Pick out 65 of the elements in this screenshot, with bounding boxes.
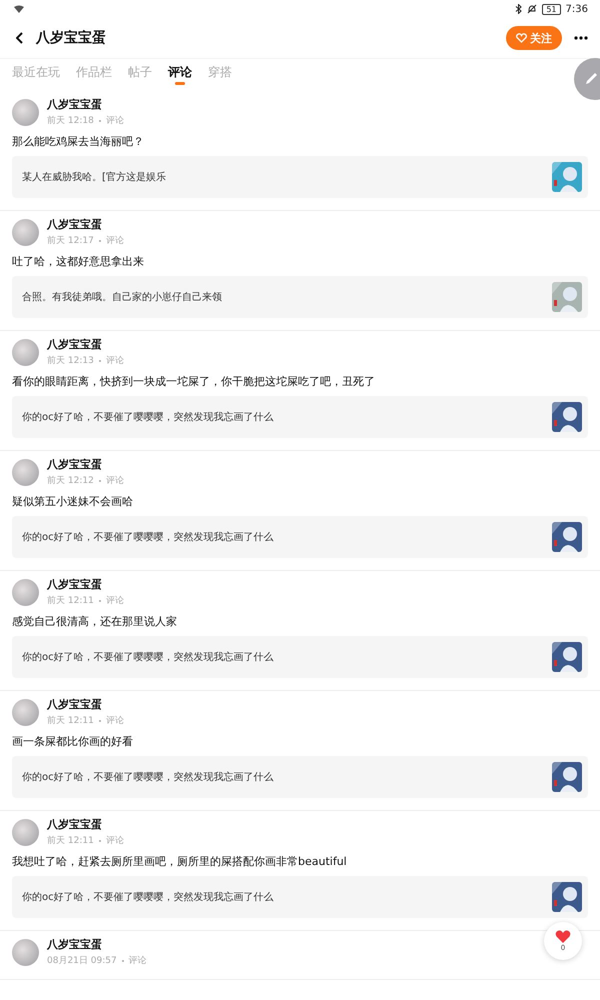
author-name: 八岁宝宝蛋 [47, 697, 103, 712]
avatar[interactable] [12, 98, 39, 126]
quoted-post[interactable]: 你的oc好了哈，不要催了嘤嘤嘤，突然发现我忘画了什么 [12, 396, 588, 438]
back-icon[interactable] [16, 32, 24, 44]
author-name: 八岁宝宝蛋 [47, 577, 103, 592]
author-name: 八岁宝宝蛋 [47, 817, 103, 832]
comment-type: 评论 [106, 594, 124, 607]
comment-text: 吐了哈，这都好意思拿出来 [12, 254, 145, 269]
quoted-text: 你的oc好了哈，不要催了嘤嘤嘤，突然发现我忘画了什么 [22, 890, 274, 904]
avatar[interactable] [12, 338, 39, 366]
comment-type: 评论 [106, 234, 124, 247]
quoted-post[interactable]: 某人在威胁我哈。[官方这是娱乐 [12, 156, 588, 198]
comment-time: 前天 12:18 [47, 114, 94, 127]
bluetooth-icon [515, 4, 522, 14]
comment-type: 评论 [106, 354, 124, 367]
comment-text: 看你的眼睛距离，快挤到一块成一坨屎了，你干脆把这坨屎吃了吧，丑死了 [12, 374, 376, 389]
quoted-text: 你的oc好了哈，不要催了嘤嘤嘤，突然发现我忘画了什么 [22, 770, 274, 784]
wifi-icon [14, 5, 24, 13]
comment-type: 评论 [128, 954, 147, 967]
quoted-post[interactable]: 你的oc好了哈，不要催了嘤嘤嘤，突然发现我忘画了什么 [12, 876, 588, 918]
page-title: 八岁宝宝蛋 [36, 29, 107, 47]
comment-type: 评论 [106, 474, 124, 487]
bell-off-icon [527, 4, 538, 14]
avatar[interactable] [12, 818, 39, 846]
comment-text: 那么能吃鸡屎去当海丽吧？ [12, 134, 145, 149]
tab[interactable]: 评论 [168, 63, 192, 89]
comment-text: 我想吐了哈，赶紧去厕所里画吧，厕所里的屎搭配你画非常beautiful [12, 854, 348, 869]
author-name: 八岁宝宝蛋 [47, 217, 103, 232]
comment-time: 前天 12:11 [47, 714, 94, 727]
avatar[interactable] [12, 218, 39, 246]
author-name: 八岁宝宝蛋 [47, 457, 103, 472]
comment-time: 前天 12:13 [47, 354, 94, 367]
heart-icon [516, 33, 527, 43]
heart-icon [555, 930, 571, 944]
author-name: 八岁宝宝蛋 [47, 97, 103, 112]
comment-text: 画一条屎都比你画的好看 [12, 734, 134, 749]
quoted-text: 某人在威胁我哈。[官方这是娱乐 [22, 170, 166, 184]
author-name: 八岁宝宝蛋 [47, 337, 103, 352]
avatar[interactable] [12, 938, 39, 966]
quoted-text: 合照。有我徒弟哦。自己家的小崽仔自己来领 [22, 290, 222, 304]
avatar[interactable] [12, 698, 39, 726]
comment-time: 前天 12:12 [47, 474, 94, 487]
quoted-post[interactable]: 你的oc好了哈，不要催了嘤嘤嘤，突然发现我忘画了什么 [12, 516, 588, 558]
comment-time: 前天 12:11 [47, 834, 94, 847]
pencil-icon [584, 72, 598, 86]
quoted-text: 你的oc好了哈，不要催了嘤嘤嘤，突然发现我忘画了什么 [22, 410, 274, 424]
comment-time: 08月21日 09:57 [47, 955, 117, 967]
comment-type: 评论 [106, 114, 124, 127]
comment-type: 评论 [106, 834, 124, 847]
battery-level: 51 [542, 4, 561, 14]
author-name: 八岁宝宝蛋 [47, 937, 103, 952]
comment-text: 感觉自己很清高，还在那里说人家 [12, 614, 178, 629]
quoted-post[interactable]: 你的oc好了哈，不要催了嘤嘤嘤，突然发现我忘画了什么 [12, 636, 588, 678]
avatar[interactable] [12, 458, 39, 486]
quoted-text: 你的oc好了哈，不要催了嘤嘤嘤，突然发现我忘画了什么 [22, 650, 274, 664]
avatar[interactable] [12, 578, 39, 606]
comment-type: 评论 [106, 714, 124, 727]
comment-text: 疑似第五小迷妹不会画哈 [12, 494, 134, 509]
quoted-text: 你的oc好了哈，不要催了嘤嘤嘤，突然发现我忘画了什么 [22, 530, 274, 544]
comment-time: 前天 12:17 [47, 234, 94, 247]
comment-time: 前天 12:11 [47, 594, 94, 607]
quoted-post[interactable]: 合照。有我徒弟哦。自己家的小崽仔自己来领 [12, 276, 588, 318]
more-icon[interactable] [574, 36, 588, 40]
clock-time: 7:36 [566, 4, 588, 14]
quoted-post[interactable]: 你的oc好了哈，不要催了嘤嘤嘤，突然发现我忘画了什么 [12, 756, 588, 798]
